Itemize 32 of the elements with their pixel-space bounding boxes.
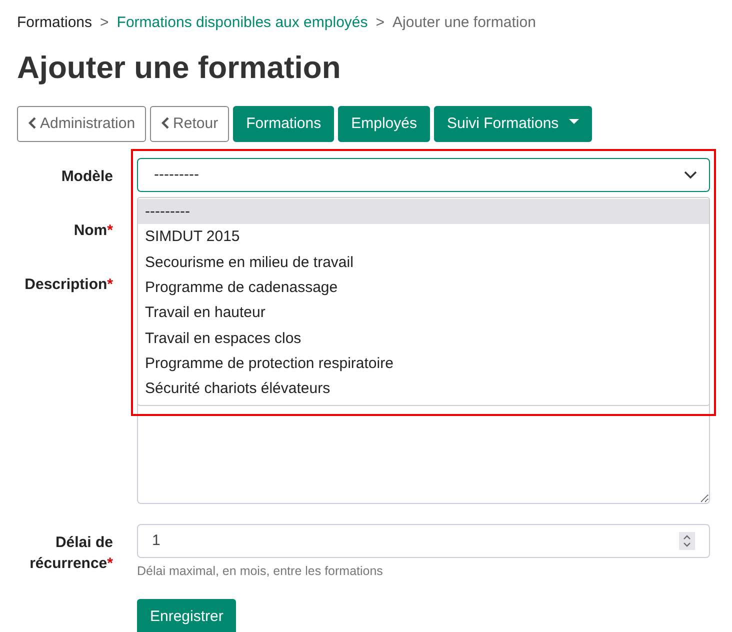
dropdown-option[interactable]: Secourisme en milieu de travail [138,250,709,276]
dropdown-option[interactable]: Travail en espaces clos [138,326,709,351]
breadcrumb-separator: > [100,13,109,33]
chevron-down-icon [684,171,697,180]
field-label: Modèle [60,167,113,188]
nav-button[interactable]: Formations [233,106,334,142]
help-text: Délai maximal, en mois, entre les formations [137,563,384,580]
number-input[interactable]: 1 [137,524,710,558]
back-button[interactable]: Administration [17,106,146,142]
chevron-left-icon [161,116,170,129]
model-select[interactable]: --------- [137,158,710,192]
save-button[interactable]: Enregistrer [137,598,236,632]
field-label: Description* [24,275,113,296]
dropdown-option[interactable]: Programme de protection respiratoire [138,350,709,376]
breadcrumb-item: Ajouter une formation [392,13,536,33]
field-label: Délai de récurrence* [28,533,113,574]
dropdown-option[interactable]: Programme de cadenassage [138,275,709,300]
back-button[interactable]: Retour [150,106,230,142]
dropdown-option[interactable]: Sécurité chariots élévateurs [138,376,709,402]
breadcrumb-item[interactable]: Formations disponibles aux employés [116,12,368,34]
chevron-left-icon [28,116,37,129]
caret-icon [568,118,579,125]
page-title: Ajouter une formation [17,48,342,86]
spinner-icon[interactable] [679,532,695,550]
dropdown-option[interactable]: Travail en hauteur [138,300,709,326]
breadcrumb-separator: > [376,13,385,33]
dropdown-button[interactable]: Suivi Formations [434,106,592,142]
nav-button[interactable]: Employés [338,106,430,142]
dropdown-option[interactable]: --------- [138,199,709,224]
field-label: Nom* [72,221,113,242]
dropdown-option[interactable]: SIMDUT 2015 [138,224,709,250]
breadcrumb-item[interactable]: Formations [17,12,92,34]
